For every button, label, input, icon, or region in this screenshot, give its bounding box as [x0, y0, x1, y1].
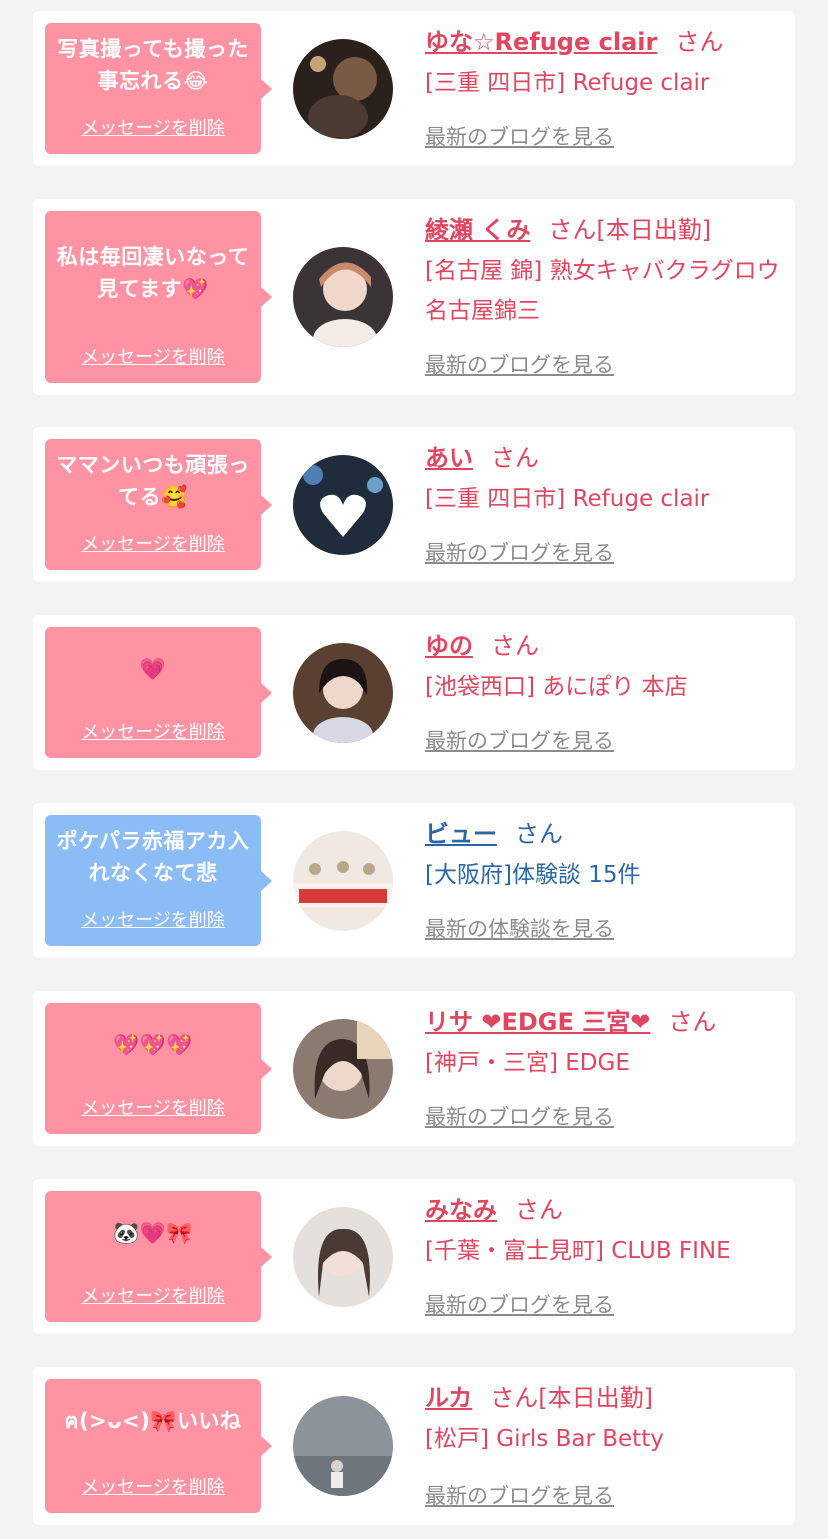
message-text: 写真撮っても撮った事忘れる😂 — [57, 37, 249, 93]
message-text: 🐼💗🎀 — [113, 1221, 193, 1245]
latest-blog-link[interactable]: 最新のブログを見る — [425, 1289, 614, 1319]
honorific: さん — [515, 820, 563, 848]
cast-info: ビュー さん [大阪府]体験談 15件 — [425, 817, 781, 895]
message-bubble: 🐼💗🎀 メッセージを削除 — [45, 1191, 272, 1322]
avatar[interactable] — [293, 455, 393, 555]
avatar[interactable] — [293, 643, 393, 743]
message-bubble: 写真撮っても撮った事忘れる😂 メッセージを削除 — [45, 23, 272, 154]
honorific: さん — [491, 444, 539, 472]
message-card: ฅ(>ᴗ<)🎀いいね メッセージを削除 ルカ さん[本日出勤] [松戸] Girl… — [33, 1367, 795, 1525]
message-bubble: ポケパラ赤福アカ入れなくなて悲 メッセージを削除 — [45, 815, 272, 946]
honorific: さん — [490, 1384, 539, 1412]
latest-blog-link[interactable]: 最新のブログを見る — [425, 349, 614, 379]
delete-message-link[interactable]: メッセージを削除 — [45, 906, 261, 932]
delete-message-link[interactable]: メッセージを削除 — [45, 114, 261, 140]
message-card: 写真撮っても撮った事忘れる😂 メッセージを削除 ゆな☆Refuge clair さ… — [33, 11, 795, 166]
honorific: さん — [515, 1196, 563, 1224]
message-bubble: 💗 メッセージを削除 — [45, 627, 272, 758]
delete-message-link[interactable]: メッセージを削除 — [45, 530, 261, 556]
honorific: さん — [675, 28, 724, 56]
delete-message-link[interactable]: メッセージを削除 — [45, 1282, 261, 1308]
avatar[interactable] — [293, 1019, 393, 1119]
message-card: 💗 メッセージを削除 ゆの さん [池袋西口] あにぽり 本店 最新のブログを見る — [33, 615, 795, 770]
message-card: ママンいつも頑張ってる🥰 メッセージを削除 あい さん [三重 四日市] Refu… — [33, 427, 795, 582]
cast-name-link[interactable]: ゆな☆Refuge clair — [425, 28, 657, 56]
latest-blog-link[interactable]: 最新のブログを見る — [425, 1480, 614, 1510]
shop-info: [池袋西口] あにぽり 本店 — [425, 674, 688, 700]
message-text: ママンいつも頑張ってる🥰 — [56, 453, 250, 509]
message-text: 💗 — [139, 657, 167, 681]
cast-info: みなみ さん [千葉・富士見町] CLUB FINE — [425, 1193, 781, 1271]
cast-info: あい さん [三重 四日市] Refuge clair — [425, 441, 781, 519]
honorific: さん — [668, 1008, 717, 1036]
attendance-badge: [本日出勤] — [538, 1384, 654, 1412]
shop-info: [千葉・富士見町] CLUB FINE — [425, 1238, 731, 1264]
honorific: さん — [548, 216, 597, 244]
shop-info: [三重 四日市] Refuge clair — [425, 486, 710, 512]
avatar[interactable] — [293, 1207, 393, 1307]
shop-info: [松戸] Girls Bar Betty — [425, 1426, 664, 1452]
avatar-image — [293, 831, 393, 931]
avatar-image — [293, 247, 393, 347]
message-card: ポケパラ赤福アカ入れなくなて悲 メッセージを削除 ビュー さん [大阪府]体験談 … — [33, 803, 795, 958]
delete-message-link[interactable]: メッセージを削除 — [45, 1473, 261, 1499]
avatar-image — [293, 39, 393, 139]
cast-info: 綾瀬 くみ さん[本日出勤] [名古屋 錦] 熟女キャバクラグロウ 名古屋錦三 — [425, 213, 781, 331]
avatar[interactable] — [293, 39, 393, 139]
message-card: 🐼💗🎀 メッセージを削除 みなみ さん [千葉・富士見町] CLUB FINE 最… — [33, 1179, 795, 1334]
message-text: 私は毎回凄いなって見てます💖 — [56, 245, 250, 301]
avatar-image — [293, 455, 393, 555]
avatar-image — [293, 1396, 393, 1496]
cast-name-link[interactable]: あい — [425, 444, 473, 472]
cast-info: ゆの さん [池袋西口] あにぽり 本店 — [425, 629, 781, 707]
latest-blog-link[interactable]: 最新のブログを見る — [425, 121, 614, 151]
delete-message-link[interactable]: メッセージを削除 — [45, 343, 261, 369]
message-bubble: ฅ(>ᴗ<)🎀いいね メッセージを削除 — [45, 1379, 272, 1513]
latest-blog-link[interactable]: 最新のブログを見る — [425, 537, 614, 567]
cast-name-link[interactable]: 綾瀬 くみ — [425, 216, 530, 244]
review-info: [大阪府]体験談 15件 — [425, 862, 641, 888]
shop-info: [三重 四日市] Refuge clair — [425, 70, 710, 96]
cast-name-link[interactable]: ルカ — [425, 1384, 472, 1412]
latest-blog-link[interactable]: 最新のブログを見る — [425, 1101, 614, 1131]
honorific: さん — [491, 632, 539, 660]
avatar[interactable] — [293, 831, 393, 931]
message-bubble: ママンいつも頑張ってる🥰 メッセージを削除 — [45, 439, 272, 570]
shop-info: [神戸・三宮] EDGE — [425, 1050, 630, 1076]
avatar-image — [293, 643, 393, 743]
message-text: 💖💖💖 — [113, 1033, 193, 1057]
cast-info: リサ ❤EDGE 三宮❤ さん [神戸・三宮] EDGE — [425, 1005, 781, 1083]
delete-message-link[interactable]: メッセージを削除 — [45, 1094, 261, 1120]
cast-name-link[interactable]: ゆの — [425, 632, 473, 660]
message-card: 私は毎回凄いなって見てます💖 メッセージを削除 綾瀬 くみ さん[本日出勤] [名… — [33, 199, 795, 395]
message-text: ポケパラ赤福アカ入れなくなて悲 — [56, 829, 250, 885]
latest-review-link[interactable]: 最新の体験談を見る — [425, 913, 614, 943]
cast-info: ルカ さん[本日出勤] [松戸] Girls Bar Betty — [425, 1381, 781, 1459]
shop-info: [名古屋 錦] 熟女キャバクラグロウ 名古屋錦三 — [425, 258, 780, 324]
attendance-badge: [本日出勤] — [596, 216, 712, 244]
avatar-image — [293, 1207, 393, 1307]
latest-blog-link[interactable]: 最新のブログを見る — [425, 725, 614, 755]
avatar[interactable] — [293, 247, 393, 347]
cast-info: ゆな☆Refuge clair さん [三重 四日市] Refuge clair — [425, 25, 781, 103]
message-bubble: 私は毎回凄いなって見てます💖 メッセージを削除 — [45, 211, 272, 383]
reviewer-name-link[interactable]: ビュー — [425, 820, 497, 848]
message-card: 💖💖💖 メッセージを削除 リサ ❤EDGE 三宮❤ さん [神戸・三宮] EDGE… — [33, 991, 795, 1146]
cast-name-link[interactable]: みなみ — [425, 1196, 497, 1224]
delete-message-link[interactable]: メッセージを削除 — [45, 718, 261, 744]
avatar-image — [293, 1019, 393, 1119]
cast-name-link[interactable]: リサ ❤EDGE 三宮❤ — [425, 1008, 650, 1036]
message-text: ฅ(>ᴗ<)🎀いいね — [64, 1409, 242, 1433]
message-bubble: 💖💖💖 メッセージを削除 — [45, 1003, 272, 1134]
avatar[interactable] — [293, 1396, 393, 1496]
